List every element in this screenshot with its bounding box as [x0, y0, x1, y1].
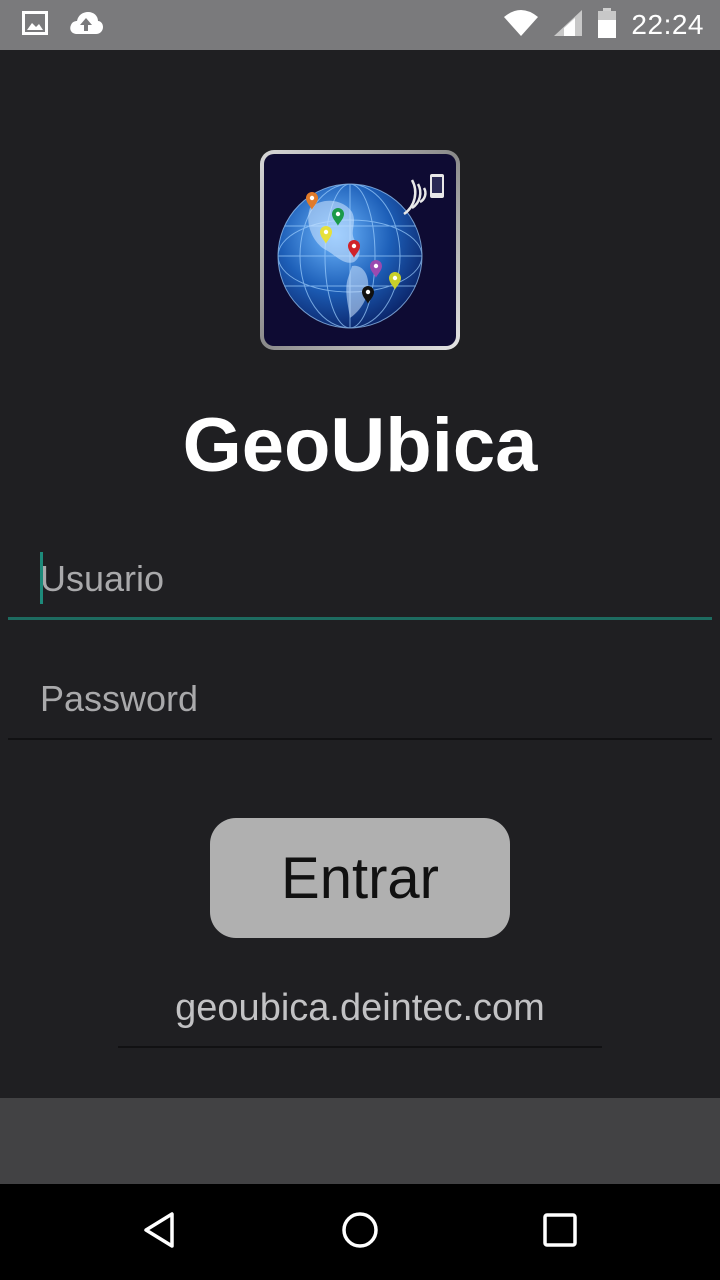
navigation-bar: [0, 1184, 720, 1280]
login-screen: 22:24 GeoUbica Usuario Entrar geoubica.d…: [0, 0, 720, 1280]
recents-button[interactable]: [536, 1208, 584, 1256]
home-icon: [340, 1210, 380, 1255]
login-button[interactable]: Entrar: [210, 818, 510, 938]
globe-map-pins-logo: [264, 154, 456, 346]
text-cursor: [40, 552, 43, 604]
cell-signal-icon: [553, 9, 583, 42]
status-system: 22:24: [503, 7, 704, 43]
back-icon: [140, 1210, 180, 1255]
status-bar: 22:24: [0, 0, 720, 50]
wifi-icon: [503, 9, 539, 42]
bottom-bar: [0, 1098, 720, 1184]
server-url-field[interactable]: geoubica.deintec.com: [118, 968, 602, 1048]
image-icon: [22, 10, 48, 40]
back-button[interactable]: [136, 1208, 184, 1256]
recents-icon: [540, 1210, 580, 1255]
status-time: 22:24: [631, 9, 704, 40]
battery-icon: [597, 7, 617, 43]
app-logo: [260, 150, 460, 350]
password-field-container: [8, 660, 712, 740]
app-title: GeoUbica: [182, 403, 538, 488]
username-input[interactable]: [8, 540, 712, 617]
status-notifications: [22, 10, 104, 40]
home-button[interactable]: [336, 1208, 384, 1256]
username-field-container: [8, 540, 712, 620]
password-input[interactable]: [8, 660, 712, 738]
cloud-upload-icon: [68, 10, 104, 41]
